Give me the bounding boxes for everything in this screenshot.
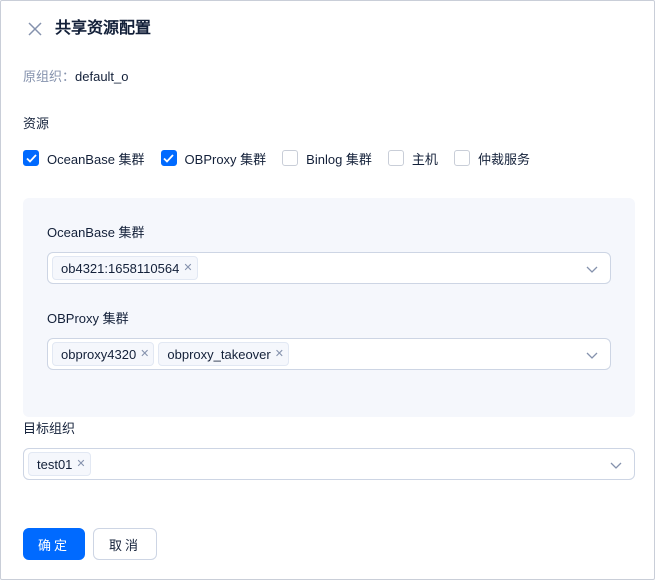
checkbox-arbitration-service[interactable]: 仲裁服务: [453, 149, 530, 168]
chevron-down-icon[interactable]: [586, 349, 598, 361]
obproxy-cluster-select[interactable]: obproxy4320 ✕ obproxy_takeover ✕: [47, 338, 611, 370]
target-org-select[interactable]: test01 ✕: [23, 448, 635, 480]
close-icon[interactable]: [26, 20, 44, 38]
remove-tag-icon[interactable]: ✕: [183, 262, 192, 274]
drawer-title: 共享资源配置: [55, 20, 152, 37]
tag-label: ob4321:1658110564: [61, 260, 180, 276]
remove-tag-icon[interactable]: ✕: [275, 348, 284, 360]
checkbox-unchecked-icon[interactable]: [453, 150, 470, 166]
original-org-value: default_o: [75, 69, 129, 84]
checkbox-unchecked-icon[interactable]: [387, 150, 404, 166]
resources-label: 资源: [23, 116, 50, 131]
checkbox-checked-icon[interactable]: [160, 150, 177, 166]
checkbox-label: 主机: [411, 151, 438, 167]
checkbox-label: OBProxy 集群: [184, 151, 267, 167]
cancel-button[interactable]: 取消: [93, 528, 157, 560]
checkbox-oceanbase-cluster[interactable]: OceanBase 集群: [23, 149, 145, 168]
target-org-label: 目标组织: [23, 421, 76, 436]
selected-tag: test01 ✕: [28, 452, 91, 476]
oceanbase-select-label: OceanBase 集群: [47, 225, 145, 240]
oceanbase-cluster-select[interactable]: ob4321:1658110564 ✕: [47, 252, 611, 284]
remove-tag-icon[interactable]: ✕: [140, 348, 149, 360]
chevron-down-icon[interactable]: [586, 263, 598, 275]
obproxy-select-label: OBProxy 集群: [47, 311, 129, 326]
checkbox-label: Binlog 集群: [306, 151, 372, 167]
original-org: 原组织：default_o: [23, 67, 129, 87]
share-resource-drawer: 共享资源配置 原组织：default_o 资源 OceanBase 集群 OBP…: [0, 0, 655, 580]
checkbox-label: 仲裁服务: [477, 151, 530, 167]
checkbox-label: OceanBase 集群: [47, 151, 145, 167]
chevron-down-icon[interactable]: [610, 459, 622, 471]
checkbox-obproxy-cluster[interactable]: OBProxy 集群: [160, 149, 267, 168]
checkbox-checked-icon[interactable]: [23, 150, 39, 166]
tag-label: test01: [37, 456, 73, 472]
checkbox-unchecked-icon[interactable]: [282, 150, 299, 166]
tag-label: obproxy_takeover: [167, 346, 271, 362]
selected-tag: obproxy4320 ✕: [52, 342, 155, 366]
tag-label: obproxy4320: [61, 346, 137, 362]
original-org-label: 原组织：: [23, 69, 76, 84]
remove-tag-icon[interactable]: ✕: [76, 458, 85, 470]
selected-tag: ob4321:1658110564 ✕: [52, 256, 198, 280]
checkbox-host[interactable]: 主机: [387, 149, 438, 168]
checkbox-binlog-cluster[interactable]: Binlog 集群: [282, 149, 372, 168]
resource-checkbox-group: OceanBase 集群 OBProxy 集群 Binlog 集群 主机 仲裁服…: [23, 148, 546, 168]
confirm-button[interactable]: 确定: [23, 528, 85, 560]
selected-tag: obproxy_takeover ✕: [158, 342, 289, 366]
